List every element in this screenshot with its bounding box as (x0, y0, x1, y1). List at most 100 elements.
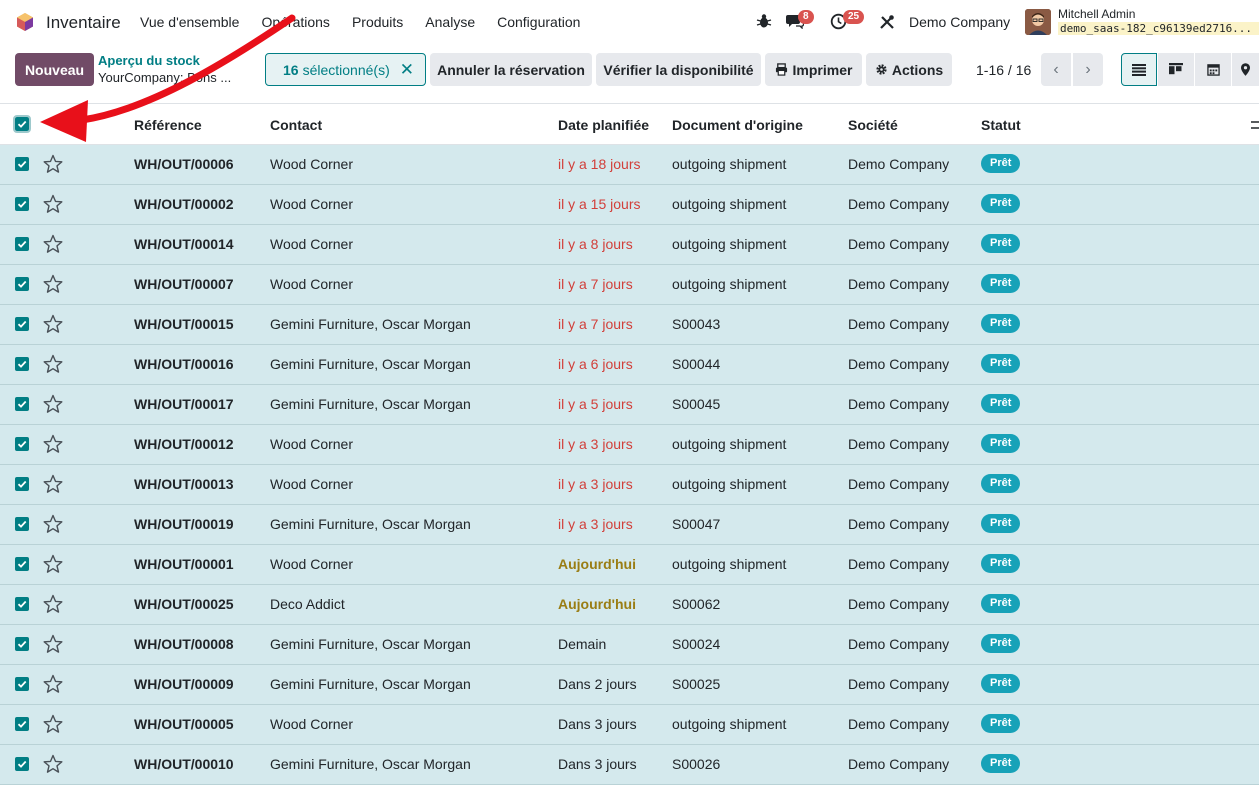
table-row[interactable]: WH/OUT/00002 Wood Corner il y a 15 jours ou… (0, 185, 1259, 225)
star-icon[interactable] (43, 674, 63, 694)
select-all-checkbox[interactable] (13, 115, 31, 133)
row-checkbox[interactable] (15, 437, 29, 451)
cell-origin: S00044 (672, 356, 721, 372)
table-row[interactable]: WH/OUT/00025 Deco Addict Aujourd'hui S00062… (0, 585, 1259, 625)
cell-company: Demo Company (848, 236, 950, 252)
menu-operations[interactable]: Opérations (261, 14, 329, 30)
star-icon[interactable] (43, 234, 63, 254)
table-row[interactable]: WH/OUT/00007 Wood Corner il y a 7 jours out… (0, 265, 1259, 305)
company-switcher[interactable]: Demo Company (909, 14, 1010, 30)
pager-next-button[interactable]: › (1073, 53, 1103, 86)
tools-icon[interactable] (879, 14, 895, 30)
row-checkbox[interactable] (15, 477, 29, 491)
row-checkbox[interactable] (15, 397, 29, 411)
star-icon[interactable] (43, 754, 63, 774)
star-icon[interactable] (43, 314, 63, 334)
row-checkbox[interactable] (15, 517, 29, 531)
cell-company: Demo Company (848, 196, 950, 212)
breadcrumb-parent[interactable]: Aperçu du stock (98, 53, 200, 68)
cell-contact: Wood Corner (270, 476, 354, 492)
column-company[interactable]: Société (848, 117, 898, 133)
activities-badge: 25 (843, 10, 865, 24)
optional-columns-icon[interactable] (1251, 119, 1259, 131)
map-view-button[interactable] (1232, 53, 1259, 86)
star-icon[interactable] (43, 474, 63, 494)
new-button[interactable]: Nouveau (15, 53, 94, 86)
kanban-icon (1169, 62, 1183, 74)
cell-company: Demo Company (848, 516, 950, 532)
check-icon (17, 120, 27, 128)
row-checkbox[interactable] (15, 317, 29, 331)
gear-icon (876, 64, 887, 75)
table-row[interactable]: WH/OUT/00019 Gemini Furniture, Oscar Morg… (0, 505, 1259, 545)
row-checkbox[interactable] (15, 197, 29, 211)
table-row[interactable]: WH/OUT/00009 Gemini Furniture, Oscar Morg… (0, 665, 1259, 705)
kanban-view-button[interactable] (1158, 53, 1194, 86)
table-row[interactable]: WH/OUT/00013 Wood Corner il y a 3 jours out… (0, 465, 1259, 505)
star-icon[interactable] (43, 354, 63, 374)
cell-scheduled-date: il y a 3 jours (558, 436, 633, 452)
actions-button[interactable]: Actions (866, 53, 952, 86)
star-icon[interactable] (43, 594, 63, 614)
unselect-all-icon[interactable]: ✕ (400, 60, 414, 80)
star-icon[interactable] (43, 194, 63, 214)
row-checkbox[interactable] (15, 597, 29, 611)
menu-configuration[interactable]: Configuration (497, 14, 580, 30)
check-icon (17, 480, 27, 488)
table-row[interactable]: WH/OUT/00015 Gemini Furniture, Oscar Morg… (0, 305, 1259, 345)
app-name[interactable]: Inventaire (46, 13, 121, 33)
table-row[interactable]: WH/OUT/00006 Wood Corner il y a 18 jours ou… (0, 145, 1259, 185)
column-status[interactable]: Statut (981, 117, 1021, 133)
user-name[interactable]: Mitchell Admin (1058, 7, 1135, 21)
print-button[interactable]: Imprimer (765, 53, 862, 86)
table-row[interactable]: WH/OUT/00017 Gemini Furniture, Oscar Morg… (0, 385, 1259, 425)
row-checkbox[interactable] (15, 637, 29, 651)
table-row[interactable]: WH/OUT/00014 Wood Corner il y a 8 jours out… (0, 225, 1259, 265)
menu-overview[interactable]: Vue d'ensemble (140, 14, 239, 30)
star-icon[interactable] (43, 634, 63, 654)
row-checkbox[interactable] (15, 157, 29, 171)
star-icon[interactable] (43, 554, 63, 574)
table-row[interactable]: WH/OUT/00001 Wood Corner Aujourd'hui outgoi… (0, 545, 1259, 585)
star-icon[interactable] (43, 434, 63, 454)
row-checkbox[interactable] (15, 677, 29, 691)
bug-icon[interactable] (756, 13, 772, 29)
row-checkbox[interactable] (15, 757, 29, 771)
list-view-button[interactable] (1121, 53, 1157, 86)
status-badge: Prêt (981, 554, 1021, 573)
column-scheduled-date[interactable]: Date planifiée (558, 117, 649, 133)
check-icon (17, 440, 27, 448)
row-checkbox[interactable] (15, 717, 29, 731)
table-row[interactable]: WH/OUT/00012 Wood Corner il y a 3 jours out… (0, 425, 1259, 465)
pager-value[interactable]: 1-16 / 16 (976, 62, 1031, 78)
cancel-reservation-button[interactable]: Annuler la réservation (430, 53, 592, 86)
row-checkbox[interactable] (15, 237, 29, 251)
check-availability-button[interactable]: Vérifier la disponibilité (596, 53, 761, 86)
user-avatar[interactable] (1025, 9, 1051, 35)
table-row[interactable]: WH/OUT/00016 Gemini Furniture, Oscar Morg… (0, 345, 1259, 385)
row-checkbox[interactable] (15, 357, 29, 371)
inventory-app-icon[interactable] (15, 12, 35, 32)
menu-analysis[interactable]: Analyse (425, 14, 475, 30)
column-origin[interactable]: Document d'origine (672, 117, 803, 133)
star-icon[interactable] (43, 154, 63, 174)
column-contact[interactable]: Contact (270, 117, 322, 133)
star-icon[interactable] (43, 514, 63, 534)
cell-scheduled-date: Dans 2 jours (558, 676, 637, 692)
table-row[interactable]: WH/OUT/00010 Gemini Furniture, Oscar Morg… (0, 745, 1259, 785)
cell-reference: WH/OUT/00005 (134, 716, 234, 732)
print-icon (775, 63, 787, 76)
pager-previous-button[interactable]: ‹ (1041, 53, 1071, 86)
calendar-view-button[interactable] (1195, 53, 1231, 86)
status-badge: Prêt (981, 354, 1021, 373)
star-icon[interactable] (43, 394, 63, 414)
column-reference[interactable]: Référence (134, 117, 202, 133)
table-row[interactable]: WH/OUT/00005 Wood Corner Dans 3 jours outgo… (0, 705, 1259, 745)
star-icon[interactable] (43, 714, 63, 734)
row-checkbox[interactable] (15, 557, 29, 571)
star-icon[interactable] (43, 274, 63, 294)
cell-origin: S00043 (672, 316, 721, 332)
row-checkbox[interactable] (15, 277, 29, 291)
menu-products[interactable]: Produits (352, 14, 403, 30)
table-row[interactable]: WH/OUT/00008 Gemini Furniture, Oscar Morg… (0, 625, 1259, 665)
